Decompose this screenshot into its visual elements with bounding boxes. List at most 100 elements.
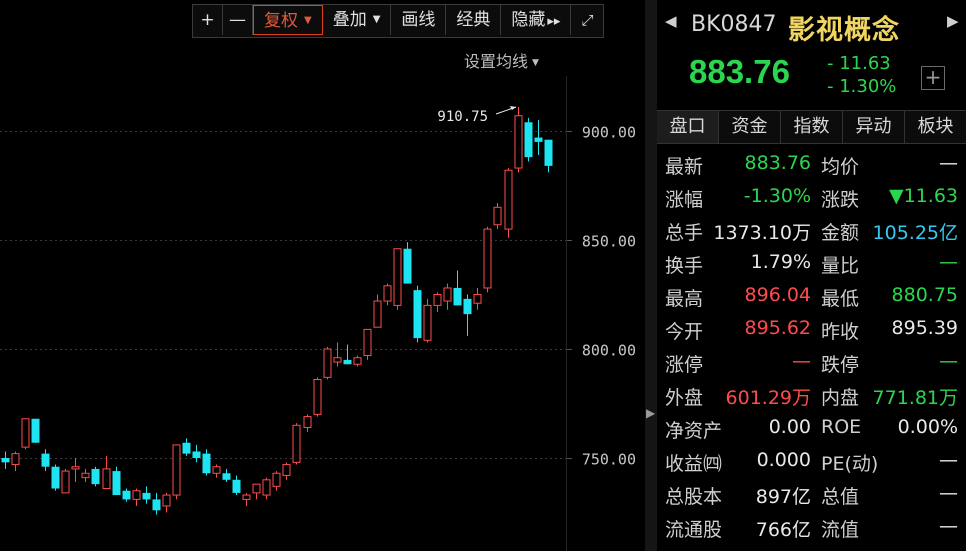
candle-body-down bbox=[152, 499, 161, 511]
stat-label-right: 内盘 bbox=[821, 387, 860, 409]
last-price: 883.76 bbox=[689, 53, 790, 90]
stat-value-right: ▼11.63 bbox=[888, 185, 958, 207]
caret-down-icon: ▼ bbox=[372, 14, 381, 25]
stat-label-left: 流通股 bbox=[665, 519, 723, 541]
candle-body-up bbox=[333, 357, 342, 363]
tab-yidong[interactable]: 异动 bbox=[843, 111, 905, 143]
stat-label-right: 量比 bbox=[821, 255, 860, 277]
y-tick-label: 800.00 bbox=[582, 342, 636, 360]
stat-row: 涨停 — 跌停 — bbox=[657, 346, 966, 379]
candle-body-up bbox=[11, 453, 20, 466]
prev-arrow-icon[interactable]: ◀ bbox=[665, 12, 677, 30]
stat-value-right: — bbox=[939, 515, 958, 537]
candle-body-down bbox=[534, 137, 543, 142]
stat-label-right: 流值 bbox=[821, 519, 860, 541]
candle-body-up bbox=[373, 300, 382, 328]
stat-label-left: 换手 bbox=[665, 255, 704, 277]
price-change-block: - 11.63 - 1.30% bbox=[827, 52, 896, 98]
candle-body-up bbox=[483, 228, 492, 289]
ma-setting-dropdown[interactable]: 设置均线 ▼ bbox=[464, 48, 539, 72]
stat-value-left: — bbox=[792, 350, 811, 372]
overlay-dropdown[interactable]: 叠加 ▼ bbox=[323, 5, 392, 35]
candle-body-down bbox=[463, 298, 472, 315]
candle-body-down bbox=[453, 287, 462, 306]
candle-body-up bbox=[132, 490, 141, 500]
candle-body-down bbox=[41, 453, 50, 467]
candle-body-up bbox=[323, 348, 332, 378]
fuquan-label: 复权 bbox=[264, 11, 298, 31]
candle-body-up bbox=[162, 494, 171, 507]
stat-label-right: 均价 bbox=[821, 156, 860, 178]
stat-row: 收益㈣ 0.000 PE(动) — bbox=[657, 445, 966, 478]
stat-label-right: 昨收 bbox=[821, 321, 860, 343]
candle-body-up bbox=[61, 470, 70, 494]
candle-body-up bbox=[292, 424, 301, 463]
draw-line-button[interactable]: 画线 bbox=[391, 5, 447, 35]
candle-body-up bbox=[172, 444, 181, 496]
sector-name: 影视概念 bbox=[788, 15, 900, 46]
next-arrow-icon[interactable]: ▶ bbox=[947, 12, 959, 30]
candle-body-up bbox=[393, 248, 402, 306]
tab-bankuai[interactable]: 板块 bbox=[905, 111, 966, 143]
arrow-head-icon bbox=[510, 106, 516, 111]
panel-collapse-handle[interactable]: ▶ bbox=[645, 0, 657, 551]
stat-label-right: 最低 bbox=[821, 288, 860, 310]
stat-value-right: — bbox=[939, 482, 958, 504]
stat-label-right: PE(动) bbox=[821, 453, 879, 475]
candle-body-down bbox=[232, 479, 241, 493]
stat-row: 净资产 0.00 ROE 0.00% bbox=[657, 412, 966, 445]
y-tick-label: 850.00 bbox=[582, 233, 636, 251]
stat-value-left: 897亿 bbox=[755, 486, 811, 508]
candlestick-chart[interactable]: 900.00 850.00 800.00 750.00 910.75 bbox=[0, 0, 645, 551]
candle-body-up bbox=[303, 416, 312, 428]
add-watchlist-button[interactable]: + bbox=[921, 66, 945, 90]
candle-body-down bbox=[202, 453, 211, 474]
zoom-out-button[interactable]: — bbox=[223, 5, 253, 35]
candle-body-up bbox=[493, 206, 502, 226]
stat-label-left: 今开 bbox=[665, 321, 704, 343]
candle-body-up bbox=[514, 115, 523, 169]
hide-label: 隐藏 bbox=[511, 10, 546, 30]
classic-button[interactable]: 经典 bbox=[446, 5, 502, 35]
candle-body-down bbox=[112, 471, 121, 496]
collapse-arrow-icon[interactable]: ▶ bbox=[646, 406, 655, 420]
candle-body-down bbox=[524, 122, 533, 158]
candle-body-up bbox=[423, 304, 432, 341]
kline-chart-area[interactable]: 900.00 850.00 800.00 750.00 910.75 + — 复权 ▼ 叠… bbox=[0, 0, 645, 551]
candle-body-up bbox=[81, 472, 90, 479]
fuquan-dropdown[interactable]: 复权 ▼ bbox=[253, 5, 323, 35]
candle-body-down bbox=[413, 290, 422, 339]
candle-body-up bbox=[21, 418, 30, 448]
tab-zhishu[interactable]: 指数 bbox=[781, 111, 843, 143]
candle-body-down bbox=[1, 458, 10, 463]
candle-body-down bbox=[122, 490, 131, 500]
quote-tabs: 盘口 资金 指数 异动 板块 bbox=[657, 110, 966, 144]
stat-label-right: ROE bbox=[821, 416, 862, 438]
y-tick-label: 750.00 bbox=[582, 451, 636, 469]
tab-zijin[interactable]: 资金 bbox=[719, 111, 781, 143]
candle-body-up bbox=[71, 466, 80, 470]
stat-value-left: 1.79% bbox=[750, 251, 811, 273]
candle-body-up bbox=[383, 285, 392, 302]
zoom-in-button[interactable]: + bbox=[193, 5, 223, 35]
expand-icon[interactable]: ⤢ bbox=[571, 5, 603, 35]
candle-body-up bbox=[212, 466, 221, 474]
y-tick-label: 900.00 bbox=[582, 124, 636, 142]
candle-body-up bbox=[353, 357, 362, 365]
stat-value-right: 105.25亿 bbox=[872, 222, 958, 244]
quote-panel: ◀ BK0847 影视概念 ▶ 883.76 - 11.63 - 1.30% +… bbox=[657, 0, 966, 551]
hide-button[interactable]: 隐藏 ▸▸ bbox=[501, 5, 572, 35]
candle-body-up bbox=[473, 294, 482, 304]
stat-row: 最新 883.76 均价 — bbox=[657, 148, 966, 181]
stat-label-left: 总股本 bbox=[665, 486, 723, 508]
quote-stats-table: 最新 883.76 均价 — 涨幅 -1.30% 涨跌 ▼11.63 总手 1373.10万 金额 1… bbox=[657, 148, 966, 544]
stat-label-right: 总值 bbox=[821, 486, 860, 508]
candle-body-up bbox=[262, 479, 271, 496]
tab-pankou[interactable]: 盘口 bbox=[657, 111, 719, 143]
stat-value-right: 0.00% bbox=[897, 416, 958, 438]
sector-code: BK0847 bbox=[691, 12, 777, 37]
stat-row: 总股本 897亿 总值 — bbox=[657, 478, 966, 511]
stat-value-right: — bbox=[939, 152, 958, 174]
stat-label-right: 金额 bbox=[821, 222, 860, 244]
candle-body-up bbox=[242, 494, 251, 500]
